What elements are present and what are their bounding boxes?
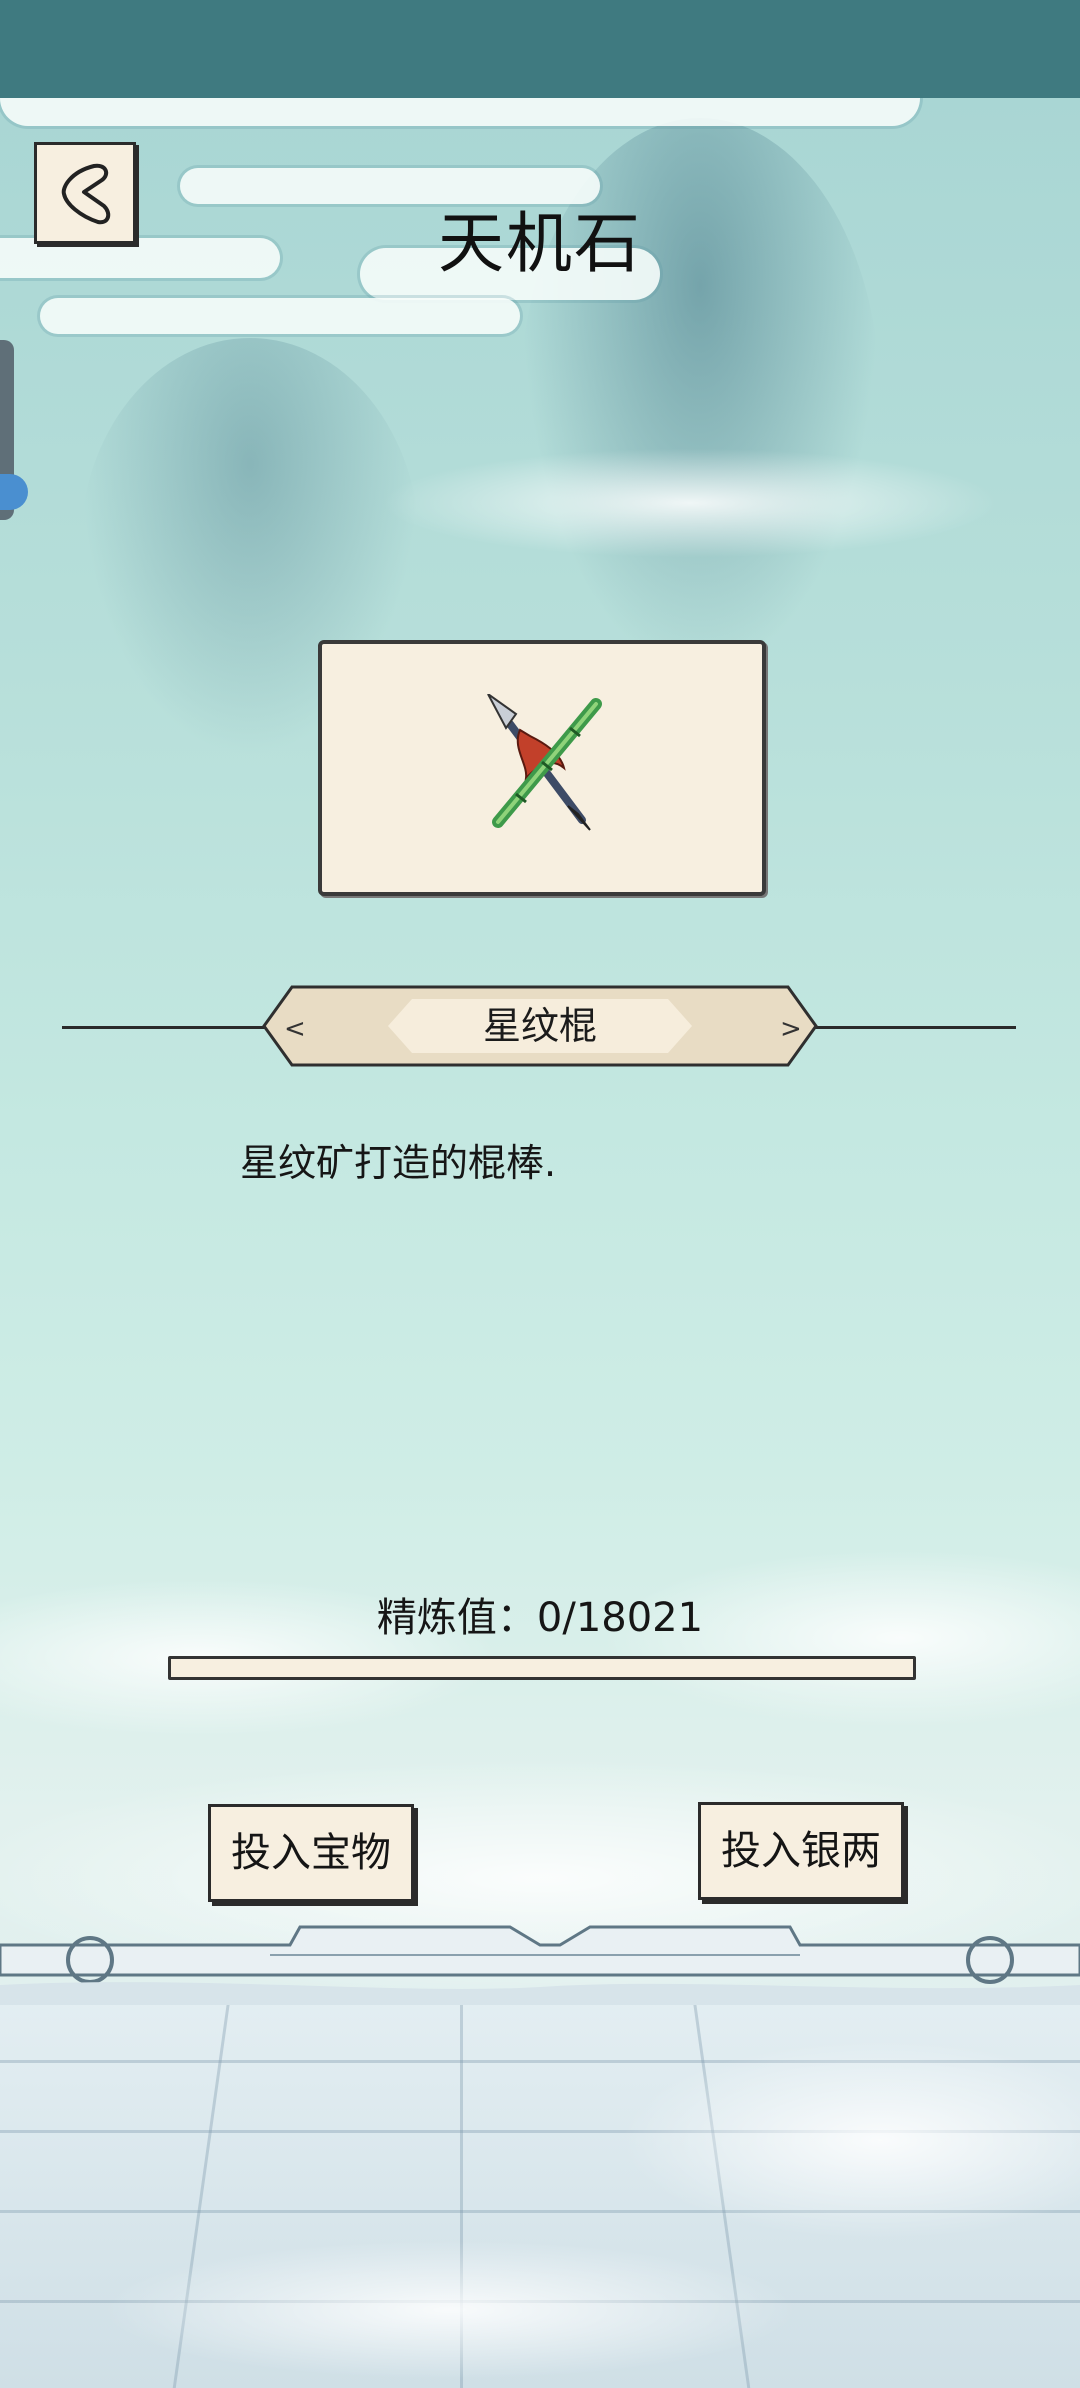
invest-treasure-button[interactable]: 投入宝物 — [208, 1804, 414, 1902]
cloud-decor — [40, 298, 520, 334]
item-description: 星纹矿打造的棍棒. — [240, 1141, 557, 1185]
item-icon-frame — [318, 640, 766, 896]
railing-decor — [0, 1925, 1080, 2005]
cloud-decor — [0, 98, 920, 126]
page-title: 天机石 — [438, 205, 642, 282]
invest-silver-button[interactable]: 投入银两 — [698, 1802, 904, 1900]
refine-value-label: 精炼值：0/18021 — [376, 1595, 704, 1641]
item-name: 星纹棍 — [482, 1004, 597, 1048]
staff-spear-icon — [487, 694, 602, 831]
status-bar — [0, 0, 1080, 98]
refine-progress-bar — [168, 1656, 916, 1680]
cloud-decor — [380, 448, 1000, 558]
stone-floor — [0, 2000, 1080, 2388]
